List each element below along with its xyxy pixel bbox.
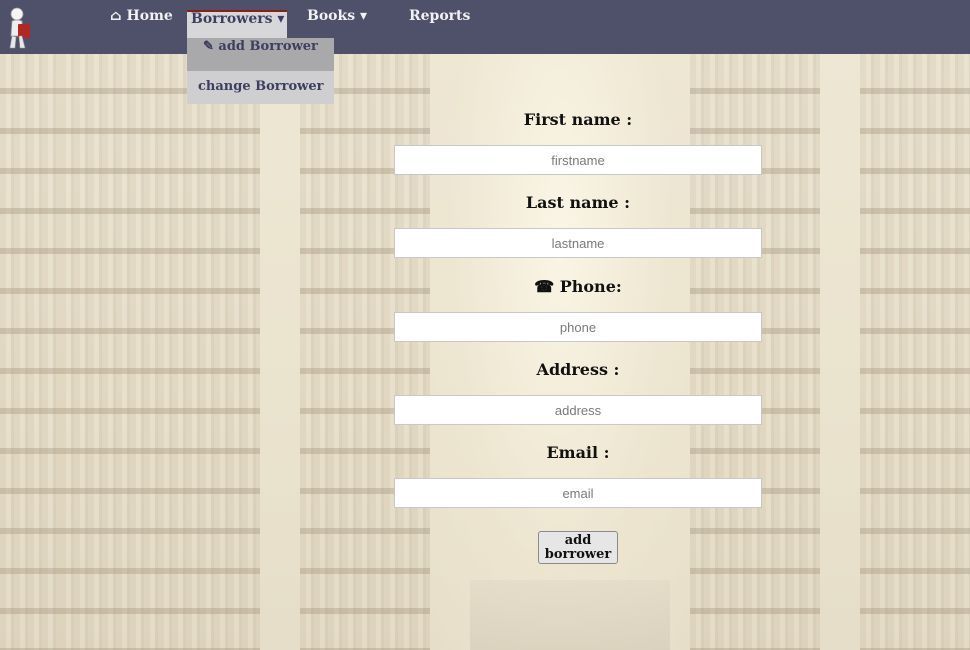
borrowers-dropdown: ✎ add Borrower change Borrower (187, 38, 334, 104)
address-field[interactable] (394, 395, 762, 425)
phone-field[interactable] (394, 312, 762, 342)
reader-figure-logo[interactable] (4, 6, 34, 50)
add-borrower-button[interactable]: add borrower (538, 531, 618, 564)
menu-item-add-borrower[interactable]: ✎ add Borrower (187, 38, 334, 71)
email-field[interactable] (394, 478, 762, 508)
first-name-label: First name : (523, 110, 633, 129)
phone-label: ☎ Phone: (534, 277, 622, 296)
email-label: Email : (546, 443, 610, 462)
nav-books-menu[interactable]: Books ▾ (307, 8, 367, 24)
nav-borrowers-menu[interactable]: Borrowers ▾ (187, 10, 287, 38)
nav-home-link[interactable]: ⌂ Home (110, 8, 173, 24)
last-name-field[interactable] (394, 228, 762, 258)
last-name-label: Last name : (525, 193, 631, 212)
add-borrower-form: First name : Last name : ☎ Phone: Addres… (394, 106, 762, 508)
first-name-field[interactable] (394, 145, 762, 175)
address-label: Address : (536, 360, 620, 379)
menu-item-change-borrower[interactable]: change Borrower (187, 71, 334, 104)
nav-reports-link[interactable]: Reports (409, 8, 470, 24)
navbar: ⌂ Home Borrowers ▾ Books ▾ Reports (0, 0, 970, 54)
